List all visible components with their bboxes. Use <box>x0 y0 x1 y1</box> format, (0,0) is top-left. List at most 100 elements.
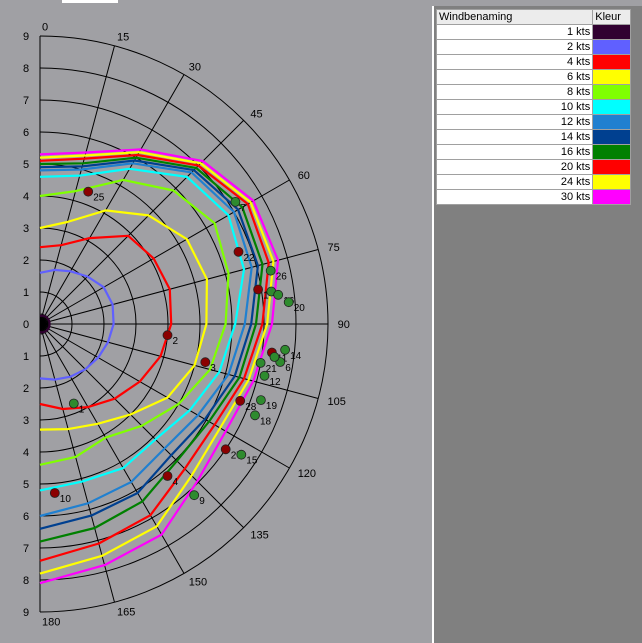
legend-row-name: 24 kts <box>435 174 594 190</box>
polar-chart-area: 0 15 30 45 60 75 90 105 120 135 150 165 180 9 8 7 6 5 4 3 2 1… <box>0 6 434 643</box>
data-point-label: 2 <box>173 336 179 347</box>
angle-label: 60 <box>298 170 310 182</box>
data-point <box>230 196 241 207</box>
data-point <box>162 330 173 341</box>
data-point-label: 10 <box>60 494 72 505</box>
data-point-label: 20 <box>294 303 306 314</box>
legend-row-swatch <box>592 144 631 160</box>
data-point <box>265 265 276 276</box>
data-point <box>255 357 266 368</box>
angle-label: 45 <box>250 109 262 121</box>
radius-tick-label: 4 <box>23 447 29 459</box>
data-point-label: 6 <box>285 363 291 374</box>
radius-tick-label: 6 <box>23 127 29 139</box>
radius-tick-label: 3 <box>23 415 29 427</box>
data-point-label: 12 <box>270 377 282 388</box>
angle-label: 75 <box>328 242 340 254</box>
legend-table: Windbenaming Kleur 1 kts 2 kts 4 kts 6 kts 8… <box>435 9 631 205</box>
angle-label: 90 <box>338 319 350 331</box>
angle-label: 0 <box>42 21 48 33</box>
data-point <box>235 395 246 406</box>
legend-row-name: 1 kts <box>435 24 594 40</box>
legend-row: 20 kts <box>435 159 631 175</box>
legend-row-swatch <box>592 84 631 100</box>
legend-rows: 1 kts 2 kts 4 kts 6 kts 8 kts 10 kts 12 kts 14 … <box>435 24 631 205</box>
radius-tick-label: 9 <box>23 607 29 619</box>
legend-row-swatch <box>592 189 631 205</box>
legend-row-swatch <box>592 99 631 115</box>
angle-label: 150 <box>189 577 207 589</box>
legend-row-swatch <box>592 39 631 55</box>
legend-row-swatch <box>592 129 631 145</box>
legend-row-swatch <box>592 174 631 190</box>
legend-row: 2 kts <box>435 39 631 55</box>
legend-row: 24 kts <box>435 174 631 190</box>
data-point-label: 19 <box>266 401 278 412</box>
top-tab[interactable] <box>62 0 118 3</box>
radius-tick-label: 0 <box>23 319 29 331</box>
data-point <box>236 449 247 460</box>
data-point-label: 3 <box>210 363 216 374</box>
data-point-label: 7 <box>240 203 246 214</box>
data-point-label: 25 <box>93 193 105 204</box>
legend-row: 4 kts <box>435 54 631 70</box>
legend-row: 1 kts <box>435 24 631 40</box>
data-point <box>49 488 60 498</box>
data-point <box>283 297 294 308</box>
angle-label: 135 <box>250 529 268 541</box>
legend-row: 30 kts <box>435 189 631 205</box>
radius-tick-label: 1 <box>23 351 29 363</box>
radius-tick-label: 3 <box>23 223 29 235</box>
polar-chart: 0153045607590105120135150165180987654321… <box>23 21 350 628</box>
data-point-label: 22 <box>244 253 256 264</box>
legend-row: 6 kts <box>435 69 631 85</box>
legend-row-swatch <box>592 24 631 40</box>
data-point <box>253 284 264 295</box>
radius-tick-label: 5 <box>23 479 29 491</box>
angle-label: 120 <box>298 468 316 480</box>
angle-label: 30 <box>189 61 201 73</box>
legend-row-swatch <box>592 54 631 70</box>
data-point <box>189 490 200 501</box>
series-line <box>39 167 246 492</box>
data-point <box>220 444 231 455</box>
data-point <box>162 471 173 481</box>
legend-row-name: 10 kts <box>435 99 594 115</box>
data-point-label: 4 <box>173 477 179 488</box>
data-point <box>83 186 94 197</box>
radius-tick-label: 7 <box>23 543 29 555</box>
data-point-label: 18 <box>260 416 272 427</box>
legend-row: 12 kts <box>435 114 631 130</box>
radius-tick-label: 8 <box>23 63 29 75</box>
angle-label: 15 <box>117 32 129 44</box>
data-point <box>250 410 260 421</box>
legend-header-name: Windbenaming <box>435 9 594 25</box>
legend-row-name: 6 kts <box>435 69 594 85</box>
legend-header-color: Kleur <box>592 9 631 25</box>
data-point <box>200 357 211 368</box>
angle-label: 105 <box>328 396 346 408</box>
data-point <box>259 370 270 381</box>
legend-row-name: 20 kts <box>435 159 594 175</box>
legend-row: 16 kts <box>435 144 631 160</box>
radius-tick-label: 2 <box>23 383 29 395</box>
angle-label: 165 <box>117 607 135 619</box>
data-point <box>269 352 280 362</box>
data-point-label: 15 <box>246 456 258 467</box>
radius-tick-label: 9 <box>23 31 29 43</box>
radius-tick-label: 4 <box>23 191 29 203</box>
data-point-label: 9 <box>199 496 205 507</box>
legend-row-name: 8 kts <box>435 84 594 100</box>
legend-row: 8 kts <box>435 84 631 100</box>
data-point-label: 26 <box>276 272 288 283</box>
legend-row-name: 4 kts <box>435 54 594 70</box>
data-point <box>255 395 266 406</box>
legend-row-name: 2 kts <box>435 39 594 55</box>
data-point-label: 14 <box>290 351 302 362</box>
data-point <box>273 289 284 300</box>
radius-tick-label: 7 <box>23 95 29 107</box>
data-point-label: 1 <box>79 405 85 416</box>
legend-row-name: 30 kts <box>435 189 594 205</box>
data-point <box>233 246 244 257</box>
radius-tick-label: 1 <box>23 287 29 299</box>
